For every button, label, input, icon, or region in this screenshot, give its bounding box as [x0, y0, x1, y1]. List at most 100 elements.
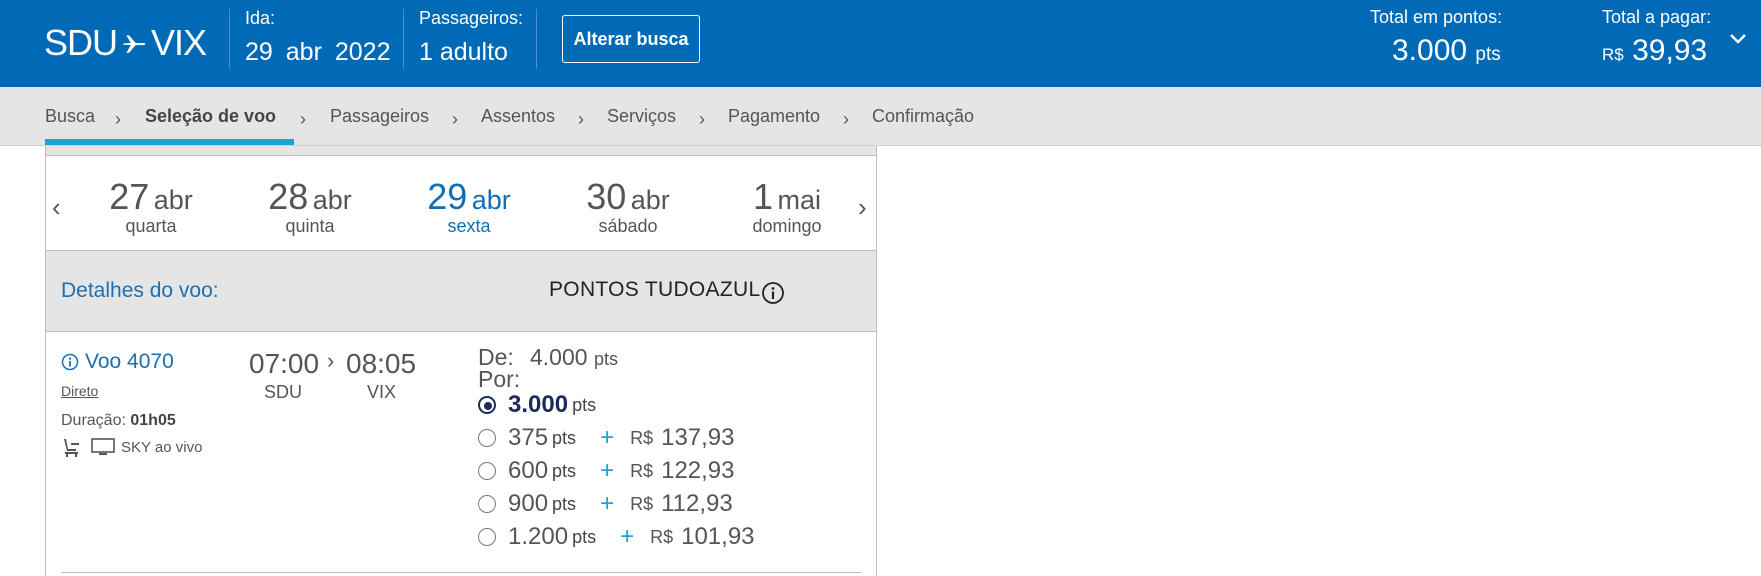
price-option[interactable]: 1.200 pts + R$ 101,93	[478, 522, 755, 552]
date-option[interactable]: 27 abr quarta	[76, 176, 226, 237]
price-option-radio[interactable]	[478, 528, 496, 546]
date-day: 29	[427, 176, 468, 217]
plus-icon: +	[600, 490, 615, 517]
price-option[interactable]: 375 pts + R$ 137,93	[478, 423, 735, 453]
total-pay-number: 39,93	[1632, 34, 1708, 67]
seat-icon	[64, 439, 79, 457]
alter-search-button[interactable]: Alterar busca	[562, 15, 700, 63]
flight-number[interactable]: Voo 4070	[61, 350, 174, 374]
chevron-right-icon: ›	[843, 109, 849, 129]
date-day: 27	[109, 176, 150, 217]
total-pay-label: Total a pagar:	[1602, 7, 1712, 27]
panel-top-strip	[45, 146, 877, 156]
departure-airport: SDU	[264, 382, 303, 402]
option-points-unit: pts	[552, 460, 577, 481]
total-pay-value: R$ 39,93	[1602, 34, 1707, 68]
option-currency: R$	[650, 526, 674, 547]
option-money: 101,93	[681, 523, 755, 550]
breadcrumb-item-busca[interactable]: Busca	[45, 106, 95, 127]
ida-day: 29	[245, 38, 273, 66]
ida-month: abr	[285, 38, 322, 66]
flight-type-link[interactable]: Direto	[61, 383, 98, 399]
tv-icon	[91, 438, 115, 455]
breadcrumb-item-confirmacao[interactable]: Confirmação	[872, 106, 974, 127]
header-divider	[403, 9, 404, 69]
option-points: 3.000	[508, 391, 569, 418]
chevron-right-icon: ›	[327, 348, 335, 373]
departure-time: 07:00	[249, 348, 320, 379]
option-currency: R$	[630, 493, 654, 514]
date-option[interactable]: 30 abr sábado	[553, 176, 703, 237]
option-points-unit: pts	[552, 427, 577, 448]
option-points: 375	[508, 424, 549, 451]
duration-value: 01h05	[130, 412, 176, 429]
plus-icon: +	[600, 457, 615, 484]
ida-date: 29 abr 2022	[245, 38, 390, 67]
info-icon	[61, 353, 79, 371]
price-option[interactable]: 600 pts + R$ 122,93	[478, 456, 735, 486]
passengers-value: 1 adulto	[419, 38, 508, 66]
price-option-radio[interactable]	[478, 462, 496, 480]
row-divider	[61, 572, 861, 573]
price-option[interactable]: 3.000 pts	[478, 390, 596, 420]
date-weekday: sábado	[598, 216, 658, 236]
breadcrumb-item-servicos[interactable]: Serviços	[607, 106, 676, 127]
option-currency: R$	[630, 460, 654, 481]
plus-icon: +	[620, 523, 635, 550]
top-header: SDU VIX Ida: 29 abr 2022 Passageiros: 1 …	[0, 0, 1761, 87]
ida-label: Ida:	[245, 8, 276, 28]
date-day: 28	[268, 176, 309, 217]
date-weekday: domingo	[752, 216, 822, 236]
flight-selection-panel: ‹ 27 abr quarta 28 abr quinta 29 abr sex…	[45, 156, 877, 576]
route-origin: SDU	[44, 22, 118, 63]
price-option-radio[interactable]	[478, 429, 496, 447]
ida-year: 2022	[334, 38, 391, 66]
date-weekday: quarta	[125, 216, 177, 236]
plus-icon: +	[600, 424, 615, 451]
flight-duration: Duração: 01h05	[61, 412, 176, 430]
chevron-right-icon: ›	[115, 109, 121, 129]
passengers-label: Passageiros:	[419, 8, 524, 28]
date-month: abr	[630, 185, 670, 215]
duration-label: Duração:	[61, 412, 126, 429]
date-option-selected[interactable]: 29 abr sexta	[394, 176, 544, 237]
chevron-right-icon: ›	[578, 109, 584, 129]
discount-price-label: Por:	[478, 366, 521, 392]
price-option-radio[interactable]	[478, 495, 496, 513]
date-month: abr	[471, 185, 511, 215]
option-points-unit: pts	[572, 526, 597, 547]
option-currency: R$	[630, 427, 654, 448]
option-points-unit: pts	[572, 394, 597, 415]
price-option[interactable]: 900 pts + R$ 112,93	[478, 489, 733, 519]
original-price-points: 4.000	[530, 344, 588, 370]
airplane-icon	[123, 35, 146, 53]
breadcrumb-active-indicator	[45, 139, 294, 145]
chevron-right-icon: ›	[300, 109, 306, 129]
date-option[interactable]: 1 mai domingo	[712, 176, 862, 237]
route-title: SDU VIX	[44, 22, 207, 64]
date-carousel: ‹ 27 abr quarta 28 abr quinta 29 abr sex…	[46, 156, 876, 251]
date-option[interactable]: 28 abr quinta	[235, 176, 385, 237]
option-money: 122,93	[661, 457, 735, 484]
info-icon[interactable]	[761, 281, 785, 305]
breadcrumb-item-selecao-de-voo[interactable]: Seleção de voo	[145, 106, 276, 127]
chevron-right-icon: ›	[699, 109, 705, 129]
option-points: 600	[508, 457, 549, 484]
entertainment-label: SKY ao vivo	[121, 438, 203, 456]
breadcrumb-item-pagamento[interactable]: Pagamento	[728, 106, 820, 127]
date-month: abr	[312, 185, 352, 215]
total-points-number: 3.000	[1392, 34, 1468, 67]
amenities: SKY ao vivo	[61, 437, 202, 457]
arrival-time: 08:05	[346, 348, 417, 379]
option-points: 1.200	[508, 523, 569, 550]
breadcrumb-item-passageiros[interactable]: Passageiros	[330, 106, 429, 127]
chevron-down-icon[interactable]	[1729, 30, 1747, 48]
chevron-right-icon[interactable]: ›	[858, 192, 867, 223]
breadcrumb-item-assentos[interactable]: Assentos	[481, 106, 555, 127]
chevron-left-icon[interactable]: ‹	[52, 192, 61, 223]
price-option-radio[interactable]	[478, 396, 496, 414]
original-price-unit: pts	[593, 349, 618, 369]
original-price: 4.000 pts	[530, 344, 618, 371]
option-money: 137,93	[661, 424, 735, 451]
total-points-unit: pts	[1475, 44, 1501, 65]
